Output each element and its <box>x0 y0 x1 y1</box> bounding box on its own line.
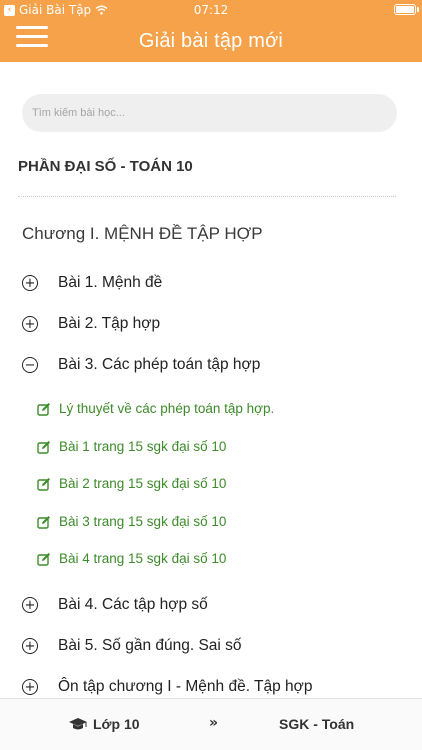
edit-icon <box>37 440 50 454</box>
edit-icon <box>37 402 50 416</box>
sub-item-label: Bài 4 trang 15 sgk đại số 10 <box>59 551 227 566</box>
lesson-label: Bài 4. Các tập hợp số <box>58 596 208 613</box>
lesson-item-5[interactable]: + Bài 5. Số gần đúng. Sai số <box>22 637 242 655</box>
graduation-cap-icon <box>69 718 87 730</box>
battery-tip <box>417 7 419 12</box>
plus-circle-icon[interactable]: + <box>22 316 38 332</box>
sub-item-label: Bài 2 trang 15 sgk đại số 10 <box>59 476 227 491</box>
lesson-label: Bài 5. Số gần đúng. Sai số <box>58 637 242 654</box>
nav-bar: Giải bài tập mới <box>0 20 422 62</box>
sub-item-label: Lý thuyết về các phép toán tập hợp. <box>59 401 275 416</box>
section-title: PHẦN ĐẠI SỐ - TOÁN 10 <box>18 158 193 175</box>
sub-item-3[interactable]: Bài 2 trang 15 sgk đại số 10 <box>37 476 226 491</box>
subject-tab[interactable]: SGK - Toán <box>279 716 354 732</box>
search-input[interactable] <box>22 94 397 132</box>
lesson-item-2[interactable]: + Bài 2. Tập hợp <box>22 315 160 333</box>
lesson-label: Bài 3. Các phép toán tập hợp <box>58 356 261 373</box>
edit-icon <box>37 515 50 529</box>
lesson-label: Bài 1. Mệnh đề <box>58 274 163 291</box>
lesson-item-4[interactable]: + Bài 4. Các tập hợp số <box>22 596 208 614</box>
sub-item-1[interactable]: Lý thuyết về các phép toán tập hợp. <box>37 401 274 416</box>
battery-icon <box>394 4 416 15</box>
sub-item-2[interactable]: Bài 1 trang 15 sgk đại số 10 <box>37 439 226 454</box>
status-time: 07:12 <box>193 3 229 17</box>
page-title: Giải bài tập mới <box>138 30 284 52</box>
sub-item-5[interactable]: Bài 4 trang 15 sgk đại số 10 <box>37 551 226 566</box>
section-divider <box>18 196 396 197</box>
minus-circle-icon[interactable]: − <box>22 357 38 373</box>
sub-item-label: Bài 1 trang 15 sgk đại số 10 <box>59 439 227 454</box>
lesson-item-1[interactable]: + Bài 1. Mệnh đề <box>22 274 162 292</box>
sub-item-label: Bài 3 trang 15 sgk đại số 10 <box>59 514 227 529</box>
plus-circle-icon[interactable]: + <box>22 638 38 654</box>
edit-icon <box>37 552 50 566</box>
sub-item-4[interactable]: Bài 3 trang 15 sgk đại số 10 <box>37 514 226 529</box>
status-bar: ‹ Giải Bài Tập 07:12 <box>0 0 422 20</box>
lesson-item-3[interactable]: − Bài 3. Các phép toán tập hợp <box>22 356 260 374</box>
edit-icon <box>37 477 50 491</box>
plus-circle-icon[interactable]: + <box>22 275 38 291</box>
chapter-title[interactable]: Chương I. MỆNH ĐỀ TẬP HỢP <box>22 224 263 244</box>
lesson-item-6[interactable]: + Ôn tập chương I - Mệnh đề. Tập hợp <box>22 678 312 696</box>
plus-circle-icon[interactable]: + <box>22 679 38 695</box>
grade-tab[interactable]: Lớp 10 <box>68 716 140 732</box>
lesson-label: Ôn tập chương I - Mệnh đề. Tập hợp <box>58 678 313 695</box>
grade-label: Lớp 10 <box>93 716 140 732</box>
lesson-label: Bài 2. Tập hợp <box>58 315 161 332</box>
bottom-tab-bar: Lớp 10 » SGK - Toán <box>0 698 422 750</box>
plus-circle-icon[interactable]: + <box>22 597 38 613</box>
breadcrumb-separator: » <box>209 715 219 731</box>
